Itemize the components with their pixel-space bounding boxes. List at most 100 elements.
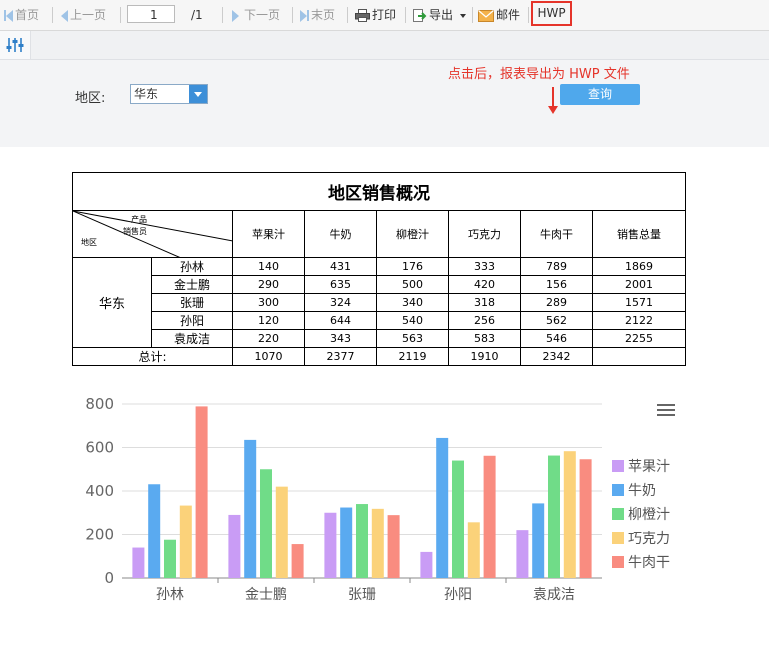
sliders-icon xyxy=(6,38,24,52)
toolbar-divider xyxy=(120,7,121,23)
total-cell xyxy=(592,347,686,366)
value-cell: 333 xyxy=(448,257,521,276)
sales-bar-chart: 0 200 400 600 800 孙林 金士鹏 张珊 孙阳 袁成洁 苹果汁牛奶柳橙汁巧克力牛肉干 xyxy=(85,395,670,603)
region-label: 地区: xyxy=(75,91,106,106)
export-button[interactable]: 导出 xyxy=(413,0,466,30)
corner-region-label: 地区 xyxy=(81,238,97,247)
x-tick-label: 孙林 xyxy=(156,587,184,603)
mail-label: 邮件 xyxy=(496,8,521,22)
query-button[interactable]: 查询 xyxy=(560,84,640,105)
bar xyxy=(275,486,288,578)
value-cell: 420 xyxy=(448,275,521,294)
mail-button[interactable]: 邮件 xyxy=(478,0,520,30)
toolbar-divider xyxy=(347,7,348,23)
next-page-button[interactable]: 下一页 xyxy=(232,0,280,30)
print-label: 打印 xyxy=(372,8,397,22)
diagonal-lines xyxy=(73,211,233,258)
x-tick-label: 袁成洁 xyxy=(533,587,575,603)
bar xyxy=(324,512,337,578)
bar xyxy=(548,455,560,578)
first-page-arrow-icon xyxy=(6,9,13,22)
x-tick-label: 孙阳 xyxy=(444,587,472,603)
value-cell: 140 xyxy=(232,257,305,276)
x-tick-label: 金士鹏 xyxy=(245,587,287,603)
legend-label: 牛奶 xyxy=(628,483,656,499)
column-header: 柳橙汁 xyxy=(376,210,449,258)
salesperson-cell: 金士鹏 xyxy=(151,275,233,294)
value-cell: 546 xyxy=(520,329,593,348)
bar xyxy=(260,469,272,578)
toolbar-divider xyxy=(292,7,293,23)
table-row: 华东 孙林 140 431 176 333 789 1869 xyxy=(72,257,686,348)
print-button[interactable]: 打印 xyxy=(355,0,396,30)
toolbar-divider xyxy=(472,7,473,23)
legend-label: 巧克力 xyxy=(628,531,670,547)
prev-page-button[interactable]: 上一页 xyxy=(61,0,106,30)
hwp-export-button[interactable]: HWP xyxy=(531,1,572,26)
bar xyxy=(436,437,449,578)
bar xyxy=(132,547,145,578)
region-cell: 华东 xyxy=(72,257,152,348)
region-value: 华东 xyxy=(134,87,159,101)
last-page-icon xyxy=(300,9,307,22)
prev-page-icon xyxy=(61,9,68,22)
total-cell: 1070 xyxy=(232,347,305,366)
bar xyxy=(291,544,304,578)
legend-swatch xyxy=(612,460,624,472)
bar xyxy=(483,455,496,578)
legend-swatch xyxy=(612,484,624,496)
bar xyxy=(532,503,545,578)
bar xyxy=(579,459,592,578)
export-icon xyxy=(413,8,427,22)
region-select[interactable]: 华东 xyxy=(130,84,208,104)
total-cell: 1910 xyxy=(448,347,521,366)
total-cell: 2119 xyxy=(376,347,449,366)
page-number-input[interactable]: 1 xyxy=(127,5,175,23)
first-page-label: 首页 xyxy=(15,8,40,22)
toolbar-divider xyxy=(528,7,529,23)
y-tick-label: 0 xyxy=(104,569,114,587)
first-page-button[interactable]: 首页 xyxy=(4,0,39,30)
page-total: /1 xyxy=(191,8,203,22)
dropdown-arrow-icon[interactable] xyxy=(189,85,207,103)
corner-salesperson-label: 销售员 xyxy=(123,227,147,236)
value-cell: 1869 xyxy=(592,257,686,276)
parameter-toggle-button[interactable] xyxy=(0,31,31,59)
y-tick-label: 400 xyxy=(85,482,114,500)
corner-header: 产品 销售员 地区 xyxy=(72,210,233,258)
salesperson-cell: 袁成洁 xyxy=(151,329,233,348)
bar xyxy=(371,508,384,578)
bar xyxy=(164,539,176,578)
total-row: 总计: 1070 2377 2119 1910 2342 xyxy=(72,347,686,366)
sales-report-table: 地区销售概况 产品 销售员 地区 苹果汁 牛奶 柳橙汁 巧克力 牛肉干 销售总量… xyxy=(72,172,686,366)
mail-icon xyxy=(478,9,494,22)
table-row: 张珊 300 324 340 318 289 1571 xyxy=(73,293,686,312)
bar xyxy=(228,514,241,578)
column-header: 苹果汁 xyxy=(232,210,305,258)
printer-icon xyxy=(355,9,370,22)
last-page-label: 末页 xyxy=(311,8,336,22)
value-cell: 2001 xyxy=(592,275,686,294)
last-page-button[interactable]: 末页 xyxy=(300,0,335,30)
annotation-arrow-head xyxy=(548,106,558,114)
value-cell: 289 xyxy=(520,293,593,312)
bar xyxy=(340,507,353,578)
report-title: 地区销售概况 xyxy=(72,172,686,211)
toolbar-divider xyxy=(405,7,406,23)
value-cell: 583 xyxy=(448,329,521,348)
total-label: 总计: xyxy=(72,347,233,366)
bar xyxy=(244,439,257,578)
x-tick-label: 张珊 xyxy=(348,587,376,603)
value-cell: 1571 xyxy=(592,293,686,312)
menu-icon[interactable] xyxy=(657,404,675,418)
y-tick-label: 600 xyxy=(85,439,114,457)
total-cell: 2342 xyxy=(520,347,593,366)
bar xyxy=(148,484,161,578)
value-cell: 220 xyxy=(232,329,305,348)
value-cell: 644 xyxy=(304,311,377,330)
bar xyxy=(563,451,576,578)
value-cell: 176 xyxy=(376,257,449,276)
value-cell: 540 xyxy=(376,311,449,330)
toolbar-divider xyxy=(52,7,53,23)
last-page-bar-icon xyxy=(307,10,309,21)
